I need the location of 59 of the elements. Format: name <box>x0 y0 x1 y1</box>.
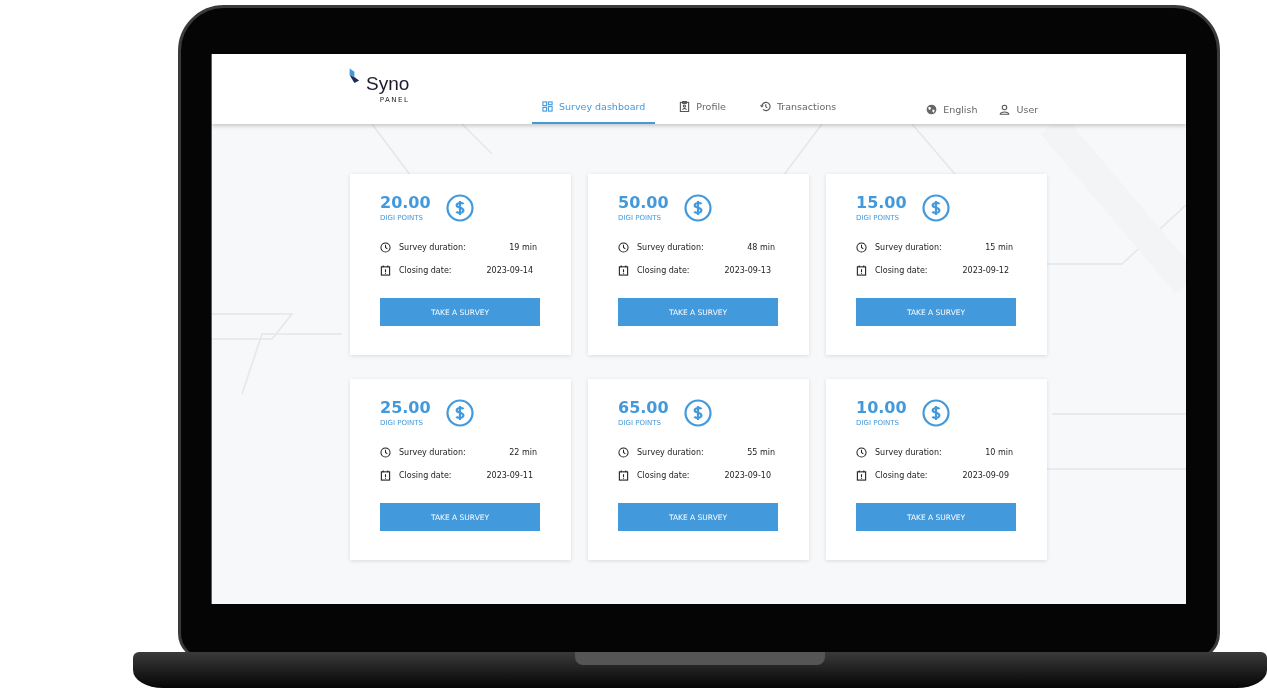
points-value: 65.00 <box>618 399 669 417</box>
closing-date-label: Closing date: <box>637 266 691 275</box>
calendar-icon <box>380 265 391 276</box>
duration-label: Survey duration: <box>875 243 943 252</box>
duration-value: 19 min <box>509 243 537 252</box>
closing-date-label: Closing date: <box>399 266 453 275</box>
nav-tab[interactable]: Survey dashboard <box>532 98 656 124</box>
closing-date-value: 2023-09-09 <box>962 471 1009 480</box>
clock-icon <box>856 447 867 458</box>
closing-date-value: 2023-09-11 <box>486 471 533 480</box>
clock-icon <box>856 242 867 253</box>
clock-icon <box>618 447 629 458</box>
brand-name: Syno <box>366 74 410 93</box>
clock-icon <box>380 447 391 458</box>
closing-date-value: 2023-09-10 <box>724 471 771 480</box>
points-value: 15.00 <box>856 194 907 212</box>
dollar-icon <box>445 194 474 222</box>
closing-date-label: Closing date: <box>875 266 929 275</box>
duration-label: Survey duration: <box>637 243 705 252</box>
duration-value: 10 min <box>985 448 1013 457</box>
closing-date-value: 2023-09-12 <box>962 266 1009 275</box>
user-icon <box>999 104 1011 115</box>
closing-date-value: 2023-09-13 <box>724 266 771 275</box>
clock-icon <box>618 242 629 253</box>
calendar-icon <box>856 265 867 276</box>
closing-date-label: Closing date: <box>399 471 453 480</box>
duration-value: 15 min <box>985 243 1013 252</box>
closing-date-label: Closing date: <box>637 471 691 480</box>
nav-tab[interactable]: Transactions <box>749 98 847 124</box>
duration-value: 22 min <box>509 448 537 457</box>
language-button[interactable]: English <box>926 104 978 115</box>
closing-date-label: Closing date: <box>875 471 929 480</box>
dollar-icon <box>921 194 950 222</box>
dollar-icon <box>683 399 712 427</box>
points-value: 25.00 <box>380 399 431 417</box>
calendar-icon <box>618 265 629 276</box>
dollar-icon <box>921 399 950 427</box>
clock-icon <box>380 242 391 253</box>
globe-icon <box>926 104 938 115</box>
duration-value: 48 min <box>747 243 775 252</box>
dashboard-icon <box>542 101 553 112</box>
clipboard-icon <box>679 101 691 112</box>
nav-tab[interactable]: Profile <box>669 98 736 124</box>
points-value: 20.00 <box>380 194 431 212</box>
duration-value: 55 min <box>747 448 775 457</box>
calendar-icon <box>618 470 629 481</box>
duration-label: Survey duration: <box>637 448 705 457</box>
duration-label: Survey duration: <box>399 243 467 252</box>
dollar-icon <box>445 399 474 427</box>
calendar-icon <box>380 470 391 481</box>
user-button[interactable]: User <box>999 104 1039 115</box>
calendar-icon <box>856 470 867 481</box>
points-value: 50.00 <box>618 194 669 212</box>
duration-label: Survey duration: <box>875 448 943 457</box>
duration-label: Survey duration: <box>399 448 467 457</box>
points-value: 10.00 <box>856 399 907 417</box>
closing-date-value: 2023-09-14 <box>486 266 533 275</box>
history-icon <box>759 101 771 112</box>
dollar-icon <box>683 194 712 222</box>
